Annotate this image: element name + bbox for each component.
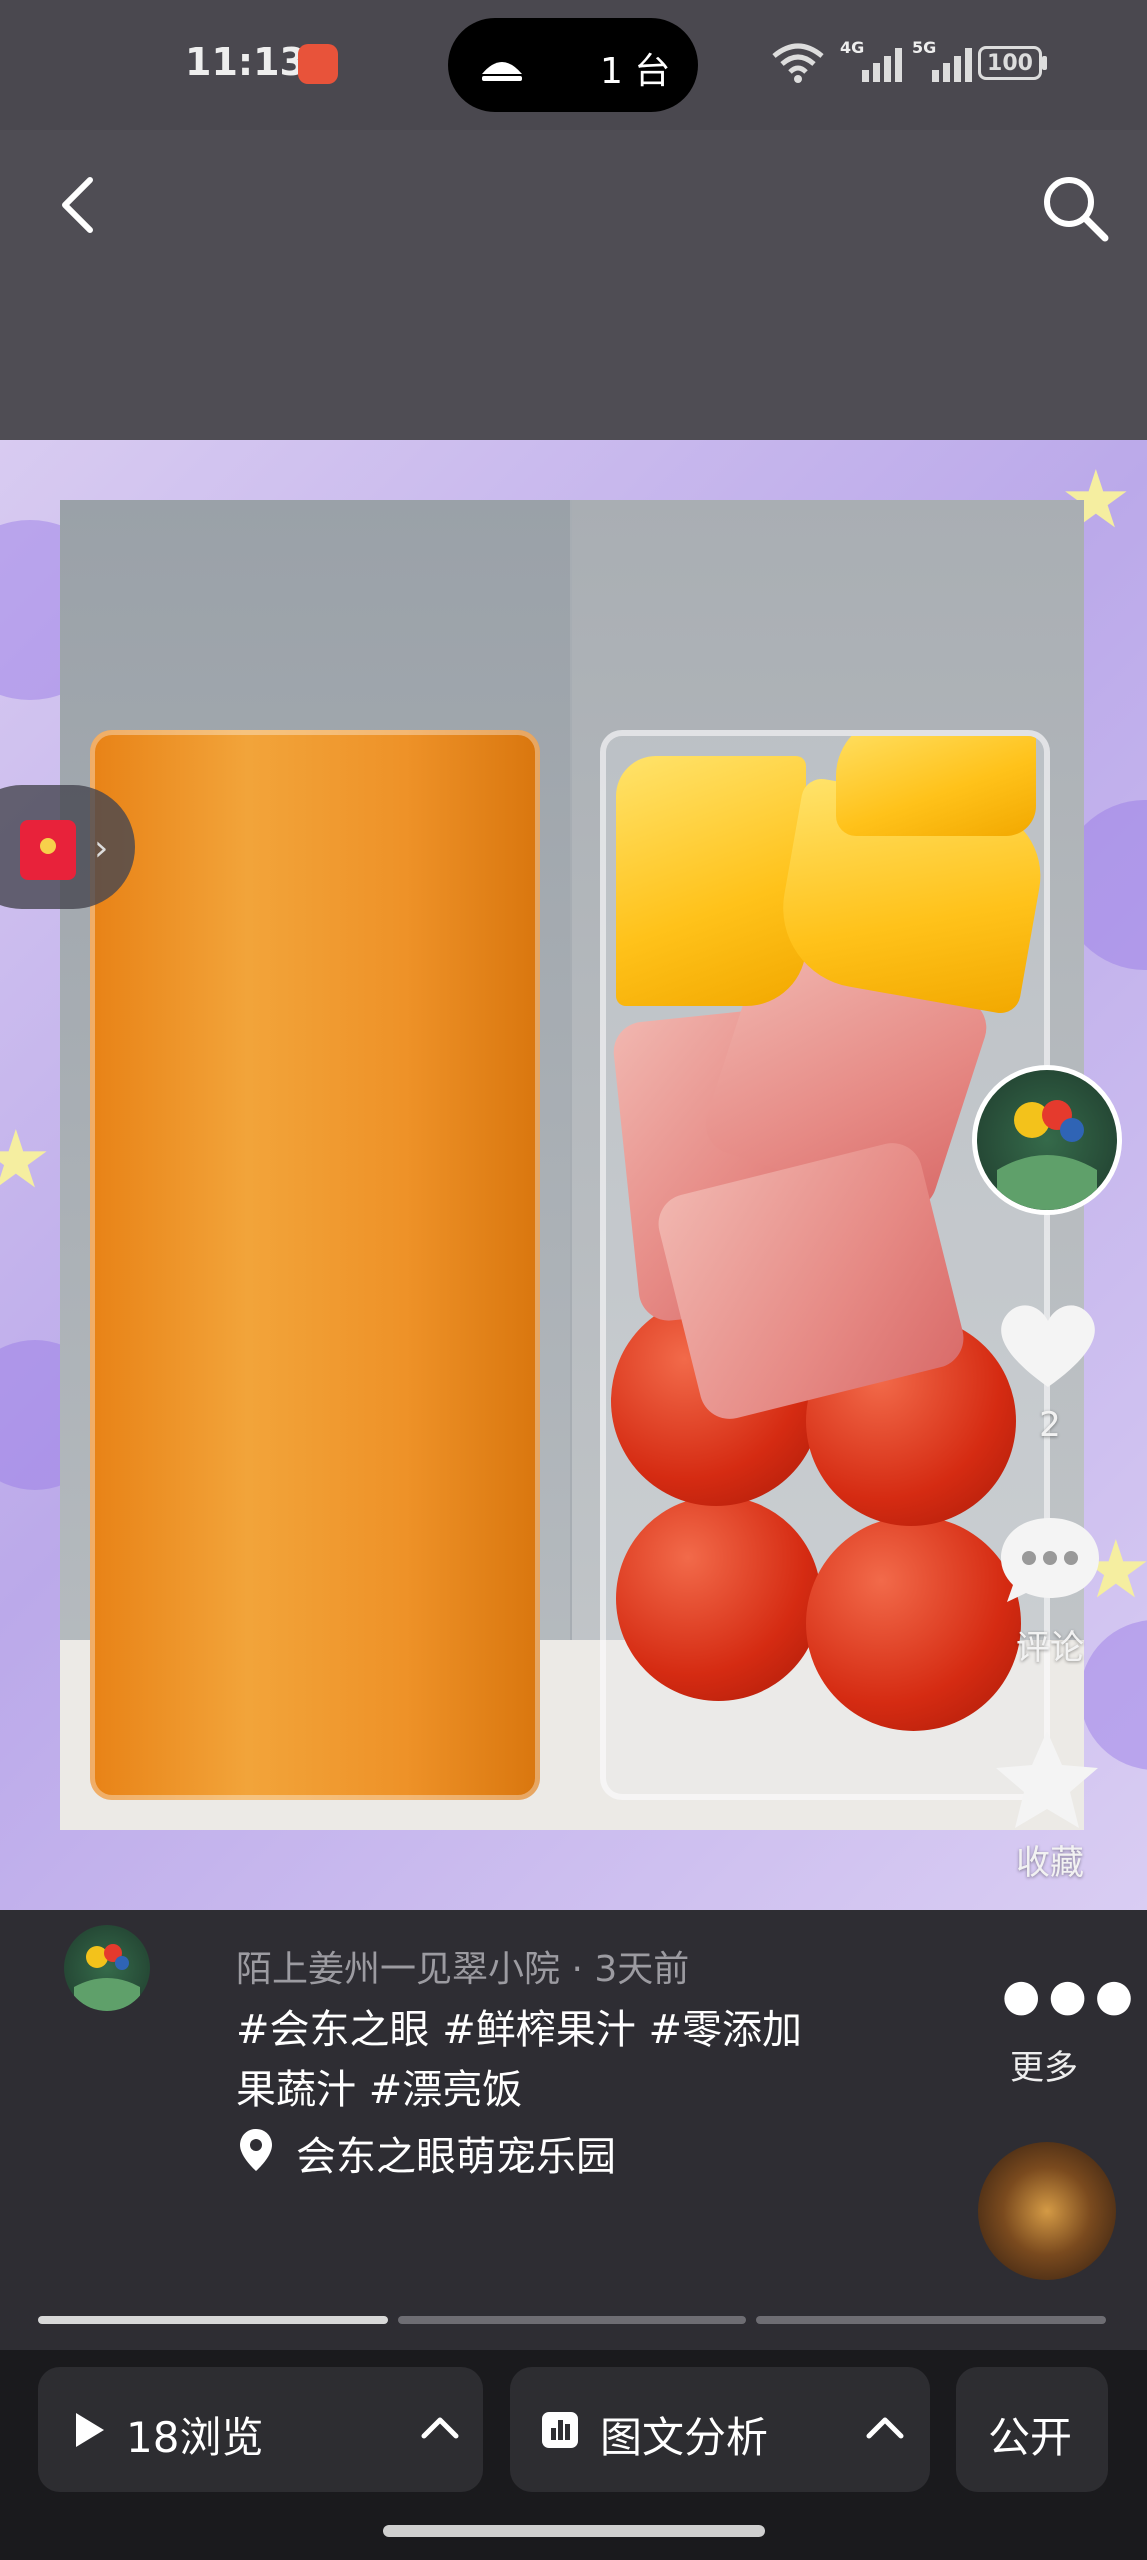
battery-indicator: 100 — [978, 46, 1042, 80]
cast-icon — [482, 62, 522, 81]
chevron-right-icon: › — [94, 828, 109, 869]
author-avatar-small[interactable] — [64, 1925, 150, 2011]
favorite-label: 收藏 — [1016, 1843, 1084, 1883]
heart-icon[interactable] — [993, 1295, 1103, 1395]
top-header — [0, 130, 1147, 440]
decorative-star: ★ — [0, 1113, 52, 1206]
more-label[interactable]: 更多 — [1010, 2040, 1078, 2089]
post-description[interactable]: #会东之眼 #鲜榨果汁 #零添加果蔬汁 #漂亮饭 — [236, 2000, 836, 2120]
wifi-icon — [772, 43, 824, 83]
status-time: 11:13 — [185, 40, 306, 84]
chart-icon — [542, 2412, 578, 2448]
chevron-up-icon — [421, 2417, 459, 2439]
juice-glass — [90, 730, 540, 1800]
signal-icon — [932, 48, 972, 82]
author-avatar[interactable] — [972, 1065, 1122, 1215]
signal-icon — [862, 48, 902, 82]
like-count: 2 — [1039, 1405, 1061, 1445]
redpacket-seal — [40, 838, 56, 854]
notification-app-icon — [298, 44, 338, 84]
post-photo[interactable] — [60, 500, 1084, 1830]
island-device-count: 1 台 — [600, 51, 671, 92]
views-label: 18浏览 — [126, 2413, 264, 2462]
music-disc[interactable] — [978, 2142, 1116, 2280]
orange-wedge — [836, 736, 1036, 836]
location-icon — [240, 2129, 272, 2171]
back-icon[interactable] — [50, 170, 110, 240]
goji-berry — [763, 730, 838, 735]
comment-icon[interactable] — [995, 1510, 1105, 1610]
orange-wedge — [616, 756, 806, 1006]
play-icon — [76, 2413, 104, 2447]
fruit-glass — [600, 730, 1050, 1800]
tomato — [806, 1516, 1021, 1731]
home-indicator[interactable] — [383, 2525, 765, 2537]
comment-label: 评论 — [1016, 1628, 1084, 1668]
star-icon[interactable] — [990, 1725, 1105, 1835]
tomato — [616, 1496, 821, 1701]
battery-tip — [1042, 56, 1047, 70]
image-progress-segment — [398, 2316, 746, 2324]
public-label: 公开 — [988, 2413, 1073, 2462]
author-logo-icon — [74, 1944, 140, 2011]
author-logo-icon — [997, 1100, 1097, 1210]
image-progress-segment — [756, 2316, 1106, 2324]
author-and-time[interactable]: 陌上姜州一见翠小院 · 3天前 — [236, 1940, 689, 1992]
search-icon[interactable] — [1035, 168, 1115, 248]
image-progress-segment — [38, 2316, 388, 2324]
location-label[interactable]: 会东之眼萌宠乐园 — [296, 2124, 616, 2182]
chevron-up-icon — [866, 2417, 904, 2439]
analysis-label: 图文分析 — [600, 2413, 769, 2462]
more-options-icon[interactable]: ●●● — [1002, 1970, 1141, 2021]
